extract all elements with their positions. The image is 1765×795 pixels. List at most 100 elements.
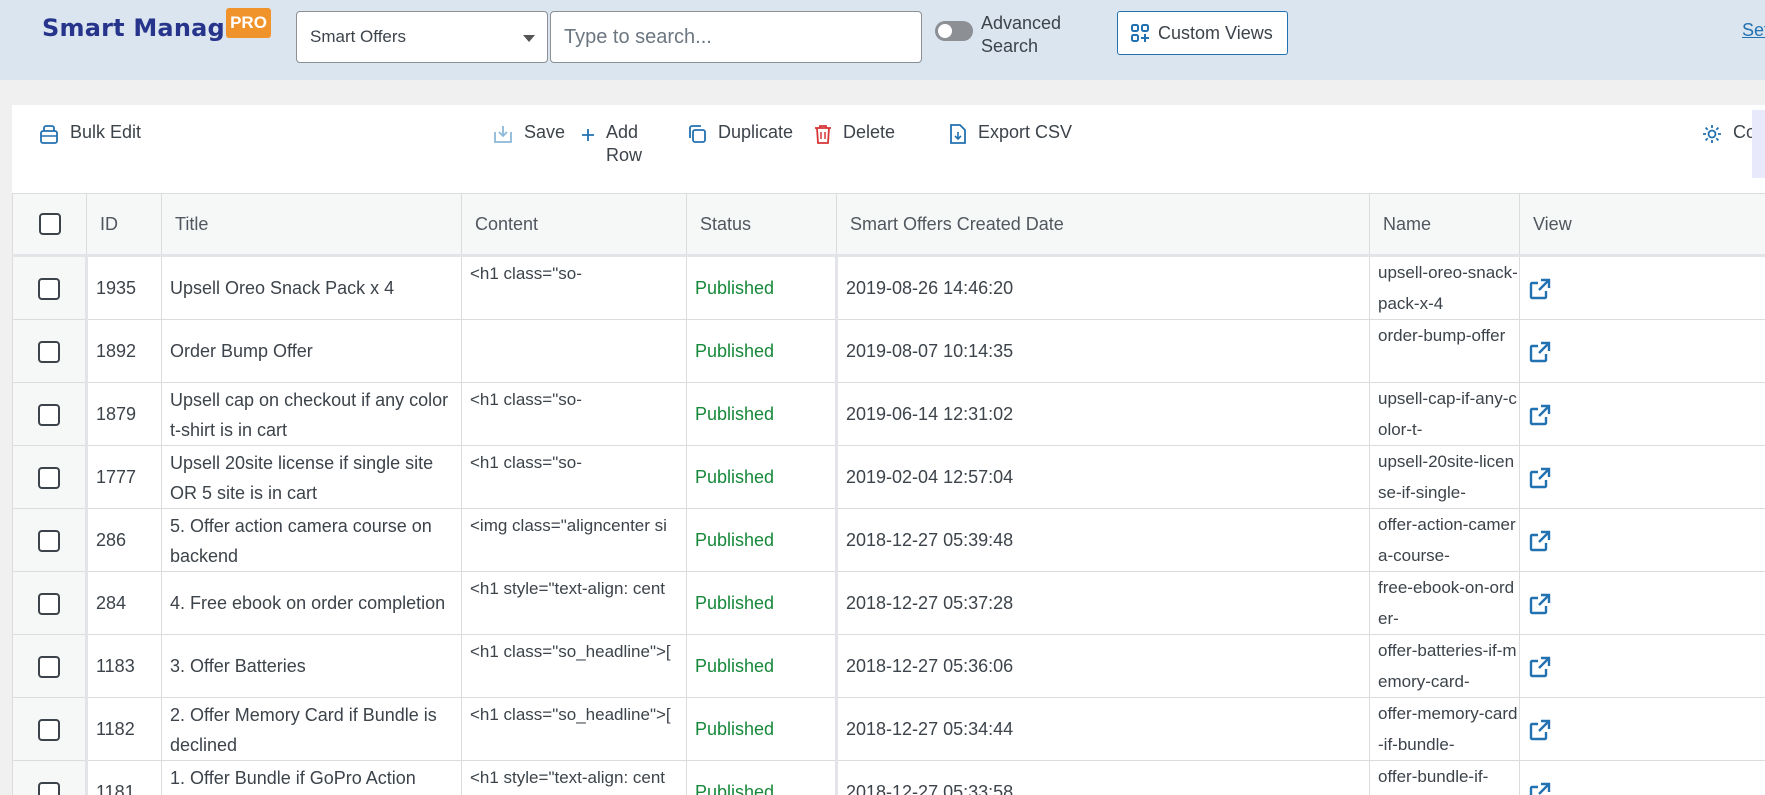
cell-id[interactable]: 1879 <box>86 382 162 446</box>
cell-title[interactable]: Order Bump Offer <box>161 319 462 383</box>
table-row[interactable]: 286 5. Offer action camera course on back… <box>12 508 1765 572</box>
cell-title[interactable]: 3. Offer Batteries <box>161 634 462 698</box>
cell-created-date[interactable]: 2018-12-27 05:36:06 <box>835 634 1370 698</box>
cell-name[interactable]: upsell-cap-if-any-color-t- <box>1369 382 1520 446</box>
cell-content[interactable]: <h1 class="so- <box>461 255 687 320</box>
external-link-icon[interactable] <box>1528 403 1552 427</box>
external-link-icon[interactable] <box>1528 277 1552 301</box>
cell-status[interactable]: Published <box>686 508 837 572</box>
advanced-search-toggle[interactable] <box>935 21 973 41</box>
cell-title[interactable]: Upsell 20site license if single site OR … <box>161 445 462 509</box>
select-all-checkbox[interactable] <box>38 213 61 236</box>
table-row[interactable]: 284 4. Free ebook on order completion <h1 … <box>12 571 1765 635</box>
column-header-content[interactable]: Content <box>461 193 687 257</box>
cell-content[interactable]: <h1 class="so- <box>461 382 687 446</box>
external-link-icon[interactable] <box>1528 718 1552 742</box>
cell-title[interactable]: 2. Offer Memory Card if Bundle is declin… <box>161 697 462 761</box>
cell-content[interactable] <box>461 319 687 383</box>
cell-content[interactable]: <h1 class="so_headline">[ <box>461 634 687 698</box>
table-row[interactable]: 1777 Upsell 20site license if single site… <box>12 445 1765 509</box>
cell-id[interactable]: 1935 <box>86 255 162 320</box>
search-input[interactable]: Type to search... <box>550 11 922 63</box>
export-csv-button[interactable]: Export CSV <box>948 121 1072 145</box>
cell-status[interactable]: Published <box>686 571 837 635</box>
delete-button[interactable]: Delete <box>813 121 895 145</box>
cell-id[interactable]: 1892 <box>86 319 162 383</box>
cell-status[interactable]: Published <box>686 445 837 509</box>
cell-name[interactable]: upsell-20site-license-if-single- <box>1369 445 1520 509</box>
cell-title[interactable]: 4. Free ebook on order completion <box>161 571 462 635</box>
external-link-icon[interactable] <box>1528 466 1552 490</box>
table-row[interactable]: 1181 1. Offer Bundle if GoPro Action <h1 s… <box>12 760 1765 795</box>
cell-status[interactable]: Published <box>686 697 837 761</box>
column-header-status[interactable]: Status <box>686 193 837 257</box>
row-checkbox[interactable] <box>38 782 60 795</box>
column-header-name[interactable]: Name <box>1369 193 1520 257</box>
add-row-button[interactable]: Add Row <box>580 121 642 167</box>
cell-name[interactable]: offer-batteries-if-memory-card- <box>1369 634 1520 698</box>
cell-id[interactable]: 1183 <box>86 634 162 698</box>
cell-created-date[interactable]: 2018-12-27 05:34:44 <box>835 697 1370 761</box>
table-row[interactable]: 1935 Upsell Oreo Snack Pack x 4 <h1 class=… <box>12 255 1765 320</box>
external-link-icon[interactable] <box>1528 340 1552 364</box>
settings-link[interactable]: Settings <box>1742 20 1765 41</box>
column-header-created-date[interactable]: Smart Offers Created Date <box>836 193 1370 257</box>
cell-content[interactable]: <h1 style="text-align: cent <box>461 571 687 635</box>
cell-status[interactable]: Published <box>686 319 837 383</box>
external-link-icon[interactable] <box>1528 655 1552 679</box>
duplicate-button[interactable]: Duplicate <box>686 121 793 145</box>
cell-created-date[interactable]: 2019-06-14 12:31:02 <box>835 382 1370 446</box>
cell-name[interactable]: offer-action-camera-course- <box>1369 508 1520 572</box>
cell-name[interactable]: order-bump-offer <box>1369 319 1520 383</box>
cell-id[interactable]: 1182 <box>86 697 162 761</box>
cell-title[interactable]: 1. Offer Bundle if GoPro Action <box>161 760 462 795</box>
dashboard-select[interactable]: Smart Offers <box>296 11 548 63</box>
cell-content[interactable]: <h1 style="text-align: cent <box>461 760 687 795</box>
table-row[interactable]: 1892 Order Bump Offer Published 2019-08-07 … <box>12 319 1765 383</box>
external-link-icon[interactable] <box>1528 781 1552 795</box>
cell-created-date[interactable]: 2019-08-07 10:14:35 <box>835 319 1370 383</box>
cell-id[interactable]: 286 <box>86 508 162 572</box>
row-checkbox[interactable] <box>38 719 60 742</box>
cell-name[interactable]: free-ebook-on-order- <box>1369 571 1520 635</box>
cell-created-date[interactable]: 2019-08-26 14:46:20 <box>835 255 1370 320</box>
cell-title[interactable]: Upsell Oreo Snack Pack x 4 <box>161 255 462 320</box>
cell-content[interactable]: <img class="aligncenter si <box>461 508 687 572</box>
table-row[interactable]: 1182 2. Offer Memory Card if Bundle is de… <box>12 697 1765 761</box>
table-row[interactable]: 1879 Upsell cap on checkout if any color … <box>12 382 1765 446</box>
cell-status[interactable]: Published <box>686 382 837 446</box>
external-link-icon[interactable] <box>1528 529 1552 553</box>
row-checkbox[interactable] <box>38 530 60 553</box>
cell-created-date[interactable]: 2018-12-27 05:39:48 <box>835 508 1370 572</box>
bulk-edit-button[interactable]: Bulk Edit <box>38 121 141 145</box>
row-checkbox[interactable] <box>38 656 60 679</box>
external-link-icon[interactable] <box>1528 592 1552 616</box>
row-checkbox[interactable] <box>38 341 60 364</box>
cell-name[interactable]: offer-memory-card-if-bundle- <box>1369 697 1520 761</box>
cell-created-date[interactable]: 2018-12-27 05:37:28 <box>835 571 1370 635</box>
cell-status[interactable]: Published <box>686 255 837 320</box>
custom-views-button[interactable]: Custom Views <box>1117 11 1288 55</box>
cell-content[interactable]: <h1 class="so- <box>461 445 687 509</box>
cell-status[interactable]: Published <box>686 634 837 698</box>
row-checkbox[interactable] <box>38 278 60 301</box>
cell-id[interactable]: 284 <box>86 571 162 635</box>
row-checkbox[interactable] <box>38 593 60 616</box>
cell-id[interactable]: 1777 <box>86 445 162 509</box>
save-button[interactable]: Save <box>492 121 565 145</box>
cell-status[interactable]: Published <box>686 760 837 795</box>
column-header-view[interactable]: View <box>1519 193 1765 257</box>
column-header-title[interactable]: Title <box>161 193 462 257</box>
column-header-id[interactable]: ID <box>86 193 162 257</box>
cell-title[interactable]: 5. Offer action camera course on backend <box>161 508 462 572</box>
cell-content[interactable]: <h1 class="so_headline">[ <box>461 697 687 761</box>
row-checkbox[interactable] <box>38 467 60 490</box>
cell-name[interactable]: offer-bundle-if- <box>1369 760 1520 795</box>
row-checkbox[interactable] <box>38 404 60 427</box>
cell-created-date[interactable]: 2018-12-27 05:33:58 <box>835 760 1370 795</box>
cell-title[interactable]: Upsell cap on checkout if any color t-sh… <box>161 382 462 446</box>
cell-name[interactable]: upsell-oreo-snack-pack-x-4 <box>1369 255 1520 320</box>
cell-created-date[interactable]: 2019-02-04 12:57:04 <box>835 445 1370 509</box>
table-row[interactable]: 1183 3. Offer Batteries <h1 class="so_head… <box>12 634 1765 698</box>
cell-id[interactable]: 1181 <box>86 760 162 795</box>
